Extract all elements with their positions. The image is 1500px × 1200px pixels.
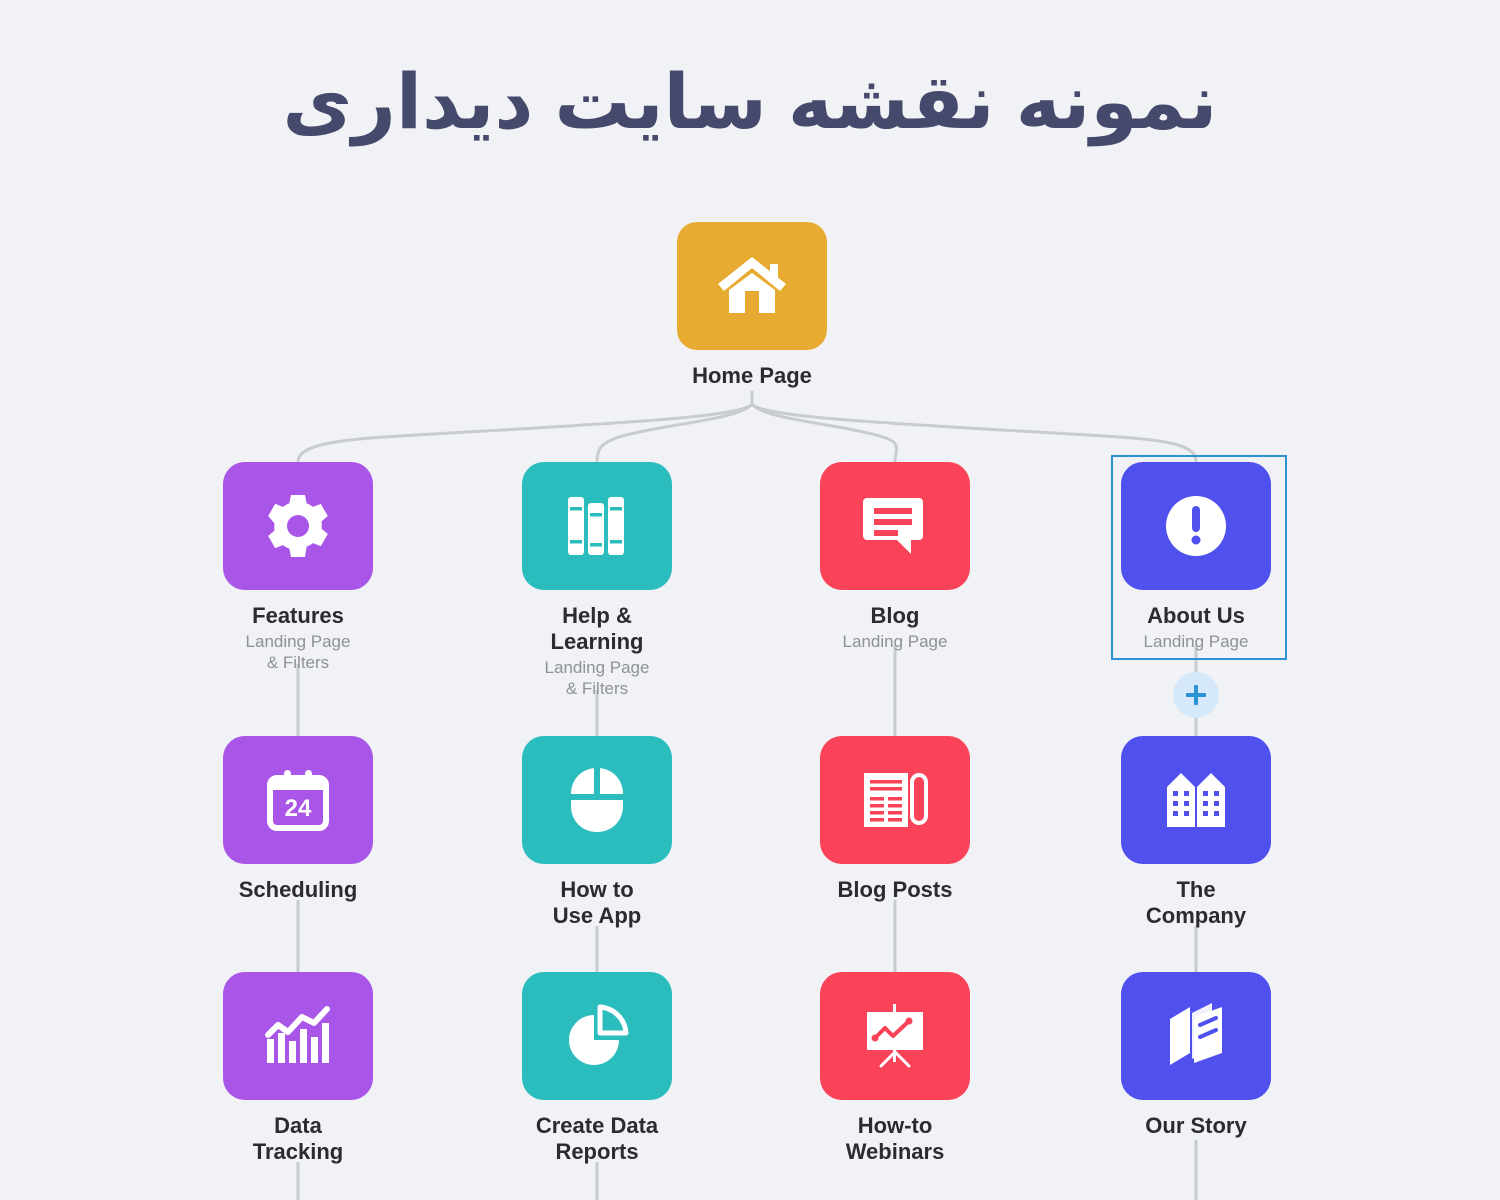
exclamation-circle-icon xyxy=(1166,496,1226,556)
node-the-company[interactable]: The Company xyxy=(1081,736,1311,929)
home-page-tile[interactable] xyxy=(677,222,827,350)
node-blog-posts[interactable]: Blog Posts xyxy=(780,736,1010,903)
page-title: نمونه نقشه سایت دیداری xyxy=(282,60,1219,145)
create-data-reports-label: Create Data Reports xyxy=(535,1113,659,1164)
node-home-page[interactable]: Home Page xyxy=(637,222,867,389)
how-to-webinars-tile[interactable] xyxy=(820,972,970,1100)
node-scheduling[interactable]: 24 Scheduling xyxy=(183,736,413,903)
how-to-use-app-tile[interactable] xyxy=(522,736,672,864)
node-how-to-use-app[interactable]: How to Use App xyxy=(482,736,712,929)
add-node-button[interactable] xyxy=(1173,672,1219,718)
books-icon xyxy=(568,497,624,555)
scheduling-tile[interactable]: 24 xyxy=(223,736,373,864)
features-sublabel: Landing Page & Filters xyxy=(245,631,351,673)
how-to-webinars-label: How-to Webinars xyxy=(845,1113,945,1164)
connector-root-to-col1 xyxy=(296,402,754,464)
help-learning-label: Help & Learning xyxy=(550,603,644,654)
node-create-data-reports[interactable]: Create Data Reports xyxy=(482,972,712,1165)
help-learning-tile[interactable] xyxy=(522,462,672,590)
bar-chart-trend-icon xyxy=(265,1006,330,1063)
help-learning-sublabel: Landing Page & Filters xyxy=(544,657,650,699)
plus-icon xyxy=(1186,685,1206,705)
the-company-label: The Company xyxy=(1145,877,1247,928)
connector-root-to-col4 xyxy=(750,402,1198,464)
open-book-icon xyxy=(1170,1003,1222,1065)
features-tile[interactable] xyxy=(223,462,373,590)
our-story-tile[interactable] xyxy=(1121,972,1271,1100)
node-data-tracking[interactable]: Data Tracking xyxy=(183,972,413,1165)
how-to-use-app-label: How to Use App xyxy=(552,877,642,928)
blog-tile[interactable] xyxy=(820,462,970,590)
data-tracking-label: Data Tracking xyxy=(252,1113,344,1164)
newspaper-icon xyxy=(864,773,928,827)
data-tracking-tile[interactable] xyxy=(223,972,373,1100)
node-how-to-webinars[interactable]: How-to Webinars xyxy=(780,972,1010,1165)
pie-chart-icon xyxy=(569,1004,629,1065)
gear-icon xyxy=(268,495,328,557)
node-features[interactable]: Features Landing Page & Filters xyxy=(183,462,413,673)
features-label: Features xyxy=(252,603,344,628)
node-about-us[interactable]: About Us Landing Page xyxy=(1081,462,1311,652)
blog-posts-label: Blog Posts xyxy=(837,877,953,902)
node-our-story[interactable]: Our Story xyxy=(1081,972,1311,1139)
blog-sublabel: Landing Page xyxy=(842,631,948,651)
node-blog[interactable]: Blog Landing Page xyxy=(780,462,1010,652)
create-data-reports-tile[interactable] xyxy=(522,972,672,1100)
calendar-24-icon: 24 xyxy=(267,770,329,831)
the-company-tile[interactable] xyxy=(1121,736,1271,864)
chat-bubble-icon xyxy=(863,498,923,554)
blog-label: Blog xyxy=(870,603,920,628)
home-page-label: Home Page xyxy=(692,363,812,388)
presentation-chart-icon xyxy=(867,1004,923,1068)
blog-posts-tile[interactable] xyxy=(820,736,970,864)
svg-text:24: 24 xyxy=(285,795,312,822)
about-us-sublabel: Landing Page xyxy=(1143,631,1249,651)
about-us-label: About Us xyxy=(1147,603,1245,628)
scheduling-label: Scheduling xyxy=(238,877,358,902)
office-building-icon xyxy=(1167,773,1225,827)
about-us-tile[interactable] xyxy=(1121,462,1271,590)
connector-root-to-col3 xyxy=(750,402,898,464)
our-story-label: Our Story xyxy=(1145,1113,1247,1138)
house-icon xyxy=(718,257,786,313)
node-help-learning[interactable]: Help & Learning Landing Page & Filters xyxy=(482,462,712,699)
connector-root-to-col2 xyxy=(595,402,754,464)
mouse-icon xyxy=(569,766,625,832)
